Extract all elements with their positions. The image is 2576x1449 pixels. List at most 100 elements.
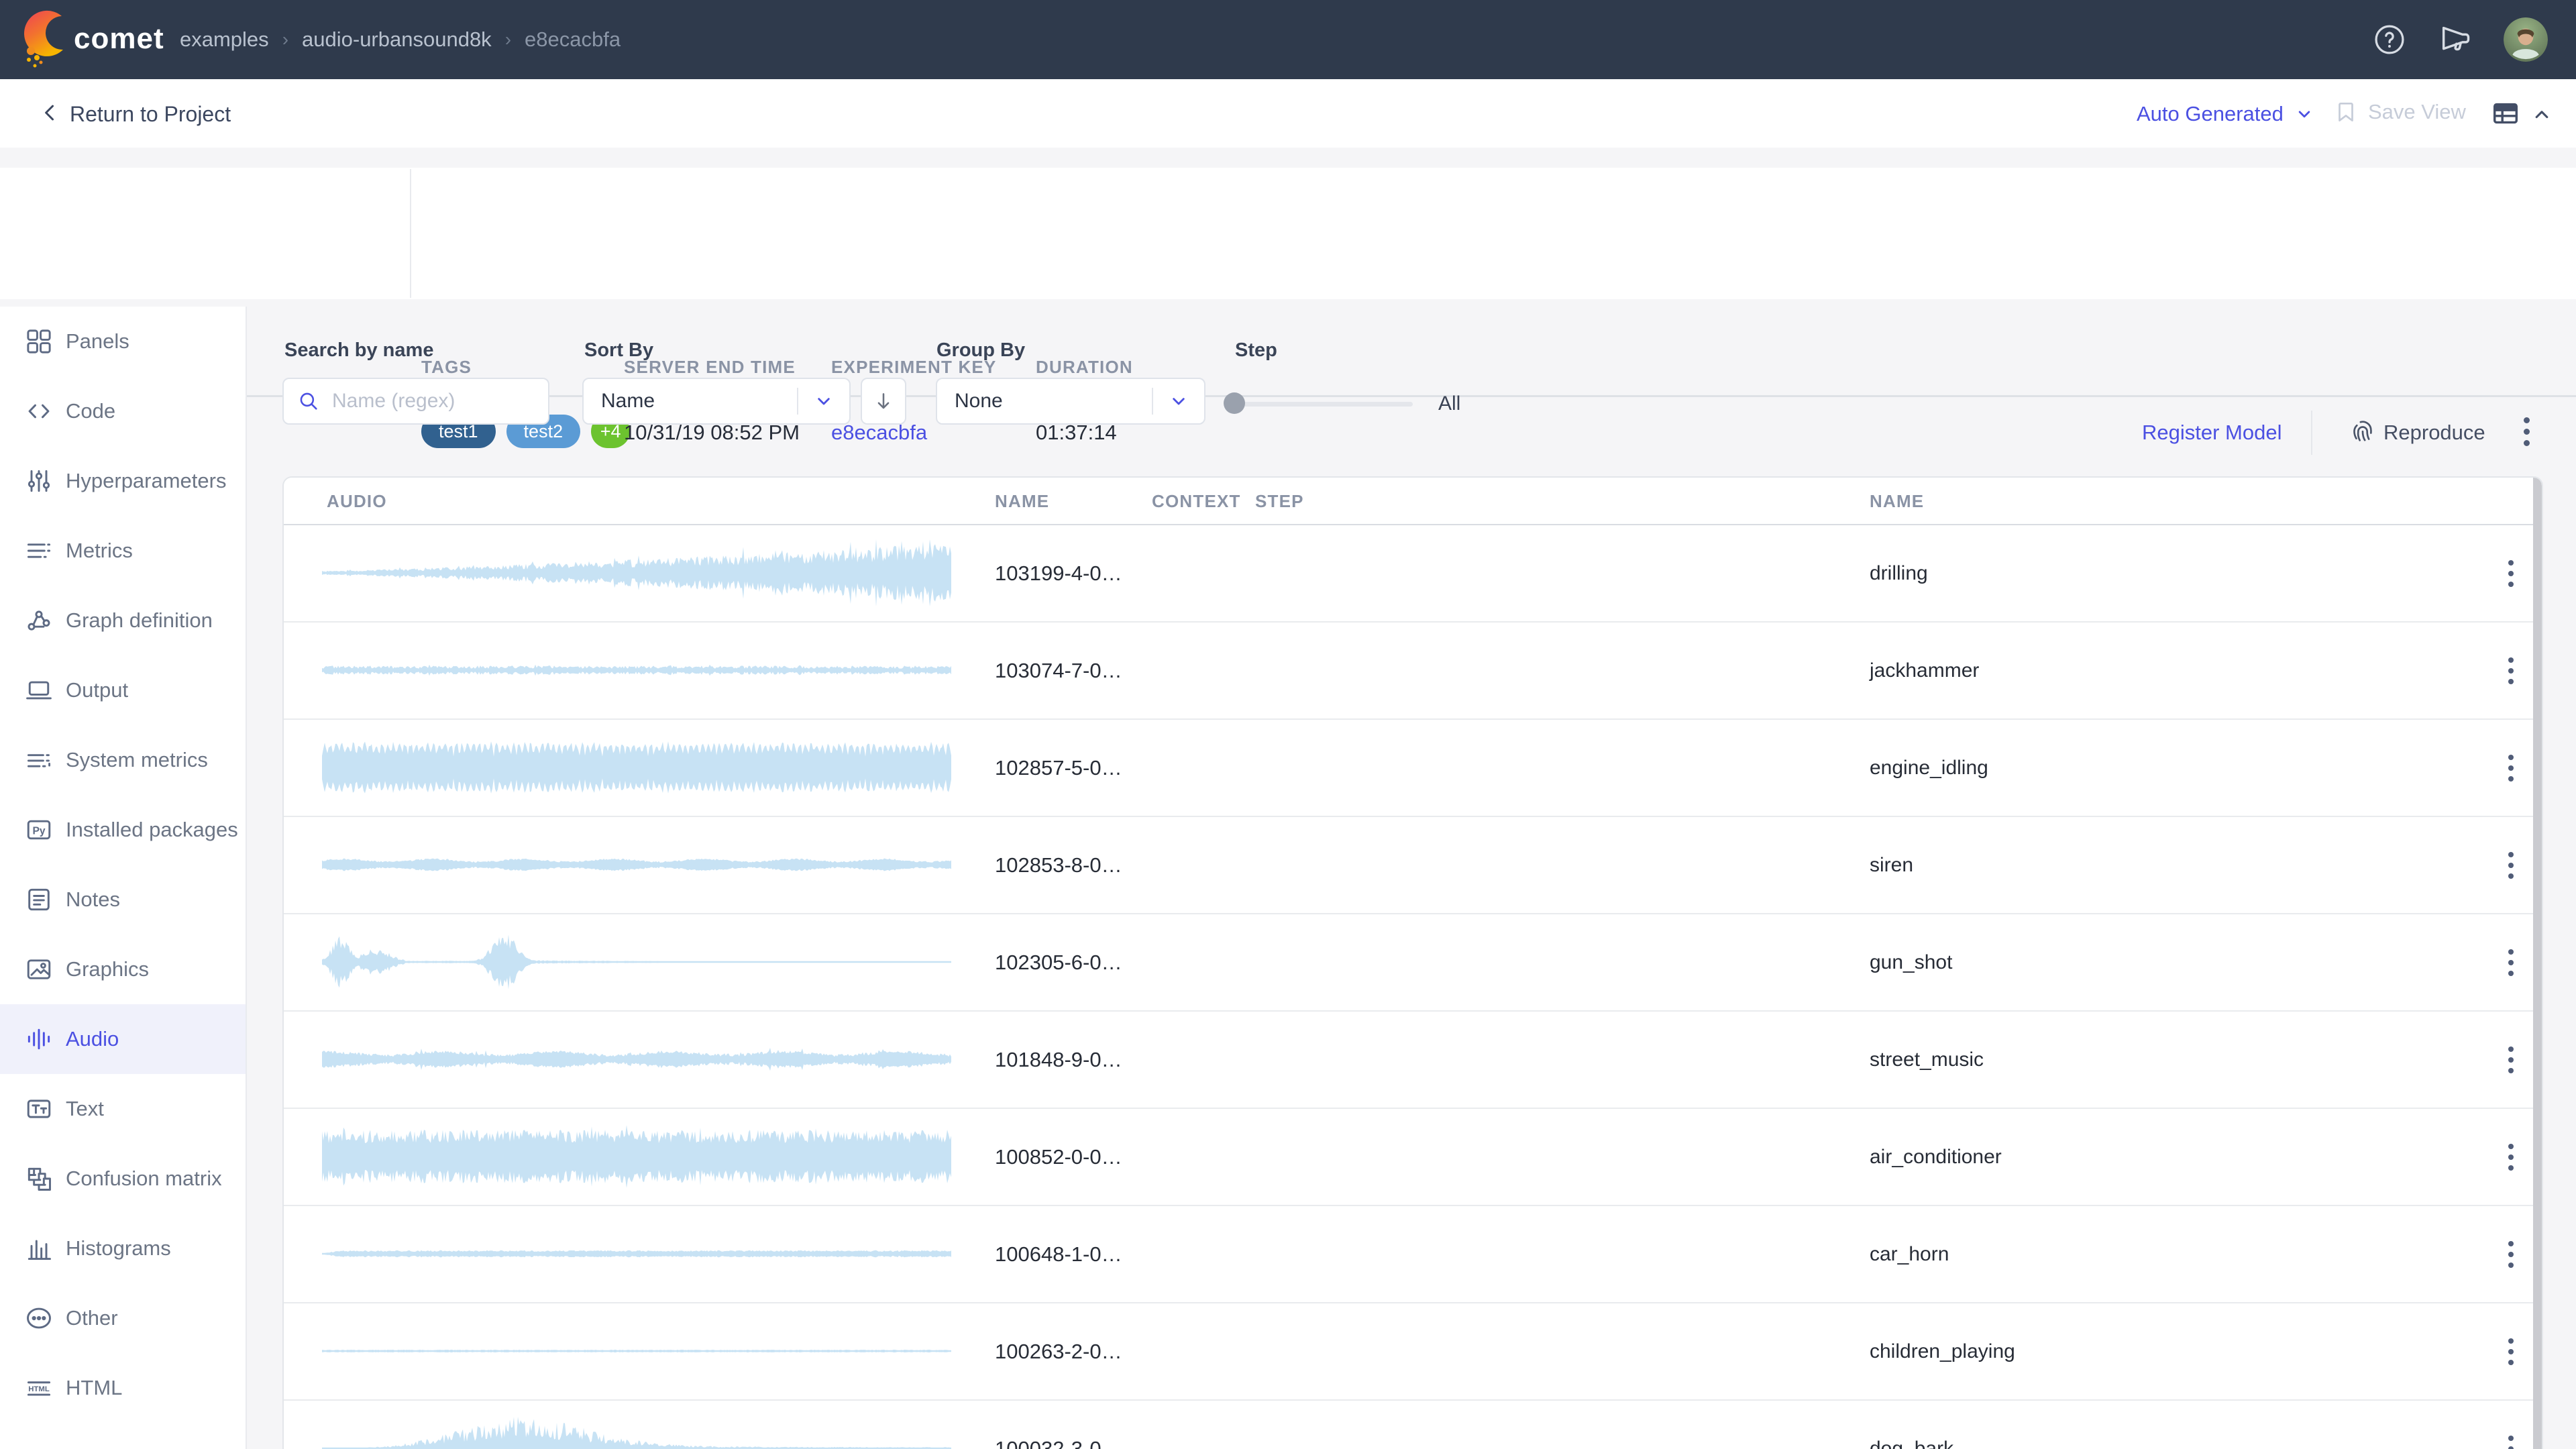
row-more-menu[interactable] xyxy=(2508,755,2514,782)
sidebar-item-label: System metrics xyxy=(66,748,208,772)
audio-file-name: 100263-2-0… xyxy=(995,1340,1122,1364)
sidebar-item-label: HTML xyxy=(66,1376,122,1400)
svg-text:HTML: HTML xyxy=(28,1385,50,1393)
sidebar-item-label: Other xyxy=(66,1306,118,1330)
help-icon[interactable] xyxy=(2372,22,2407,57)
audio-table-header: AUDIO NAME CONTEXT STEP NAME xyxy=(284,478,2542,525)
audio-class-label: gun_shot xyxy=(1870,951,1952,974)
step-label: Step xyxy=(1235,339,1277,362)
audio-waveform[interactable] xyxy=(322,535,953,610)
audio-waveform[interactable] xyxy=(322,633,953,708)
step-column-header: STEP xyxy=(1255,491,1304,512)
row-more-menu[interactable] xyxy=(2508,1241,2514,1268)
sidebar-item-histograms[interactable]: Histograms xyxy=(0,1214,246,1283)
sidebar-item-confusion-matrix[interactable]: Confusion matrix xyxy=(0,1144,246,1214)
save-view-button[interactable]: Save View xyxy=(2333,99,2466,125)
panels-icon xyxy=(24,327,54,356)
audio-class-label: dog_bark xyxy=(1870,1438,1953,1449)
sidebar-item-other[interactable]: Other xyxy=(0,1283,246,1353)
group-by-select[interactable]: None xyxy=(936,378,1205,425)
sidebar-item-panels[interactable]: Panels xyxy=(0,307,246,376)
sidebar-item-label: Installed packages xyxy=(66,818,238,842)
class-name-column-header: NAME xyxy=(1870,491,1924,512)
audio-file-name: 101848-9-0… xyxy=(995,1048,1122,1072)
sort-by-select[interactable]: Name xyxy=(582,378,851,425)
breadcrumb-item[interactable]: examples xyxy=(180,28,269,52)
experiment-more-menu[interactable] xyxy=(2524,417,2530,446)
row-more-menu[interactable] xyxy=(2508,657,2514,684)
chevron-down-icon xyxy=(1168,390,1189,412)
vertical-scrollbar[interactable] xyxy=(2533,478,2542,1449)
sidebar-item-label: Graphics xyxy=(66,957,149,981)
metrics-icon xyxy=(24,536,54,566)
sidebar-item-code[interactable]: Code xyxy=(0,376,246,446)
sidebar-item-graphics[interactable]: Graphics xyxy=(0,934,246,1004)
row-more-menu[interactable] xyxy=(2508,949,2514,976)
sidebar-item-notes[interactable]: Notes xyxy=(0,865,246,934)
group-by-value: None xyxy=(955,390,1003,413)
sidebar-item-label: Graph definition xyxy=(66,608,213,633)
return-to-project-link[interactable]: Return to Project xyxy=(70,102,231,127)
reproduce-button[interactable]: Reproduce xyxy=(2383,421,2485,445)
sidebar-item-metrics[interactable]: Metrics xyxy=(0,516,246,586)
audio-waveform[interactable] xyxy=(322,827,953,902)
audio-waveform[interactable] xyxy=(322,730,953,805)
column-header-duration: DURATION xyxy=(1036,357,1133,378)
audio-icon xyxy=(24,1024,54,1054)
sidebar-item-label: Output xyxy=(66,678,128,702)
sidebar-item-installed-packages[interactable]: Py Installed packages xyxy=(0,795,246,865)
breadcrumb-item[interactable]: e8ecacbfa xyxy=(525,28,621,52)
bookmark-icon xyxy=(2333,99,2359,125)
hyperparameters-icon xyxy=(24,466,54,496)
table-view-icon[interactable] xyxy=(2490,98,2521,129)
audio-file-name: 102853-8-0… xyxy=(995,853,1122,877)
sidebar-item-audio[interactable]: Audio xyxy=(0,1004,246,1074)
row-more-menu[interactable] xyxy=(2508,1046,2514,1073)
search-input[interactable] xyxy=(331,389,535,413)
audio-column-header: AUDIO xyxy=(327,491,387,512)
sidebar-item-text[interactable]: Text xyxy=(0,1074,246,1144)
audio-class-label: air_conditioner xyxy=(1870,1146,2002,1169)
sidebar-item-output[interactable]: Output xyxy=(0,655,246,725)
audio-table-row: 102857-5-0… engine_idling xyxy=(284,720,2542,817)
audio-file-name: 100852-0-0… xyxy=(995,1145,1122,1169)
step-slider-track[interactable] xyxy=(1233,402,1413,407)
audio-waveform[interactable] xyxy=(322,1022,953,1097)
logo-wordmark[interactable]: comet xyxy=(74,22,164,56)
audio-waveform[interactable] xyxy=(322,1216,953,1291)
breadcrumb-item[interactable]: audio-urbansound8k xyxy=(302,28,492,52)
breadcrumb-separator: › xyxy=(282,29,288,50)
sidebar-item-hyperparameters[interactable]: Hyperparameters xyxy=(0,446,246,516)
collapse-chevron-up-icon[interactable] xyxy=(2530,103,2553,126)
step-slider-thumb[interactable] xyxy=(1224,392,1245,414)
comet-logo-icon[interactable] xyxy=(20,8,68,71)
sidebar-item-html[interactable]: HTML HTML xyxy=(0,1353,246,1423)
announcements-icon[interactable] xyxy=(2438,22,2473,57)
row-more-menu[interactable] xyxy=(2508,1144,2514,1171)
audio-waveform[interactable] xyxy=(322,1313,953,1389)
audio-class-label: street_music xyxy=(1870,1049,1984,1071)
back-chevron-icon[interactable] xyxy=(39,101,62,124)
audio-class-label: siren xyxy=(1870,854,1913,877)
user-avatar[interactable] xyxy=(2504,17,2548,62)
sidebar-item-graph-definition[interactable]: Graph definition xyxy=(0,586,246,655)
audio-table-row: 100263-2-0… children_playing xyxy=(284,1303,2542,1401)
row-more-menu[interactable] xyxy=(2508,560,2514,587)
sidebar-item-label: Notes xyxy=(66,888,120,912)
register-model-button[interactable]: Register Model xyxy=(2142,421,2282,445)
breadcrumb-separator: › xyxy=(505,29,511,50)
audio-waveform[interactable] xyxy=(322,924,953,1000)
view-selector[interactable]: Auto Generated xyxy=(2137,102,2314,126)
sort-direction-button[interactable] xyxy=(861,378,906,425)
row-more-menu[interactable] xyxy=(2508,1338,2514,1365)
audio-waveform[interactable] xyxy=(322,1411,953,1449)
row-more-menu[interactable] xyxy=(2508,852,2514,879)
audio-table-row: 100852-0-0… air_conditioner xyxy=(284,1109,2542,1206)
experiment-sidebar: Panels Code Hyperparameters Metrics Grap… xyxy=(0,307,247,1449)
sidebar-item-system-metrics[interactable]: System metrics xyxy=(0,725,246,795)
audio-waveform[interactable] xyxy=(322,1119,953,1194)
audio-assets-table: AUDIO NAME CONTEXT STEP NAME 103199-4-0…… xyxy=(282,476,2543,1449)
html-icon: HTML xyxy=(24,1373,54,1403)
system-metrics-icon xyxy=(24,745,54,775)
row-more-menu[interactable] xyxy=(2508,1436,2514,1449)
